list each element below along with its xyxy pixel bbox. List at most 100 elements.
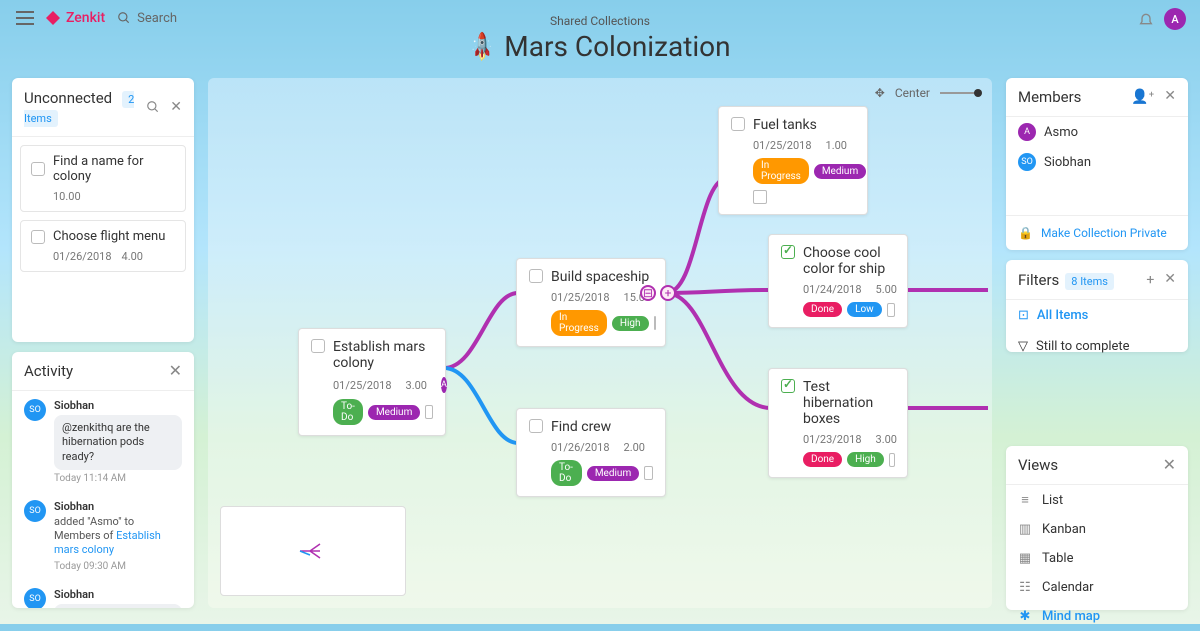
topbar-left: Zenkit Search <box>16 10 177 26</box>
close-icon[interactable]: ✕ <box>1164 272 1176 288</box>
close-icon[interactable]: ✕ <box>1163 457 1176 473</box>
bell-icon[interactable] <box>1138 11 1154 27</box>
activity-time: Today 09:30 AM <box>54 561 182 572</box>
list-icon: ≡ <box>1018 492 1032 508</box>
shared-label: Shared Collections <box>469 14 730 28</box>
title-area: Shared Collections 🚀 Mars Colonization <box>469 14 730 63</box>
tag-high: High <box>847 452 884 467</box>
filters-count: 8 Items <box>1065 273 1114 290</box>
filters-title: Filters <box>1018 271 1059 289</box>
activity-item: SO Siobhan Yep! I can't wait till we lau… <box>12 580 194 608</box>
checkbox[interactable] <box>311 339 325 353</box>
avatar: SO <box>1018 153 1036 171</box>
activity-message: @zenkithq are the hibernation pods ready… <box>54 415 182 470</box>
unconnected-item[interactable]: Choose flight menu 01/26/20184.00 <box>20 220 186 272</box>
view-list[interactable]: ≡List <box>1006 485 1188 515</box>
filter-icon: ⊡ <box>1018 308 1029 323</box>
checkbox-checked[interactable] <box>781 245 795 259</box>
calendar-icon: ☷ <box>1018 580 1032 595</box>
search-button[interactable]: Search <box>117 11 177 26</box>
member-row[interactable]: A Asmo <box>1006 117 1188 147</box>
view-kanban[interactable]: ▥Kanban <box>1006 515 1188 544</box>
checkbox[interactable] <box>31 162 45 176</box>
checkbox[interactable] <box>529 269 543 283</box>
zoom-slider[interactable] <box>940 92 980 94</box>
members-title: Members <box>1018 88 1081 106</box>
search-icon[interactable] <box>146 100 160 114</box>
menu-icon[interactable] <box>16 11 34 25</box>
checkbox[interactable] <box>31 230 45 244</box>
node-color[interactable]: Choose cool color for ship 01/24/20185.0… <box>768 234 908 328</box>
avatar: A <box>441 377 447 393</box>
collapse-handle[interactable]: ⊟ <box>640 285 656 301</box>
rocket-icon: 🚀 <box>465 29 500 64</box>
minimap[interactable] <box>220 506 406 596</box>
activity-panel: Activity ✕ SO Siobhan @zenkithq are the … <box>12 352 194 608</box>
collection-title: 🚀 Mars Colonization <box>469 30 730 63</box>
view-mindmap[interactable]: ✱Mind map <box>1006 602 1188 631</box>
view-table[interactable]: ▦Table <box>1006 544 1188 573</box>
node-crew[interactable]: Find crew 01/26/20182.00 To-DoMedium <box>516 408 666 497</box>
activity-text: added "Asmo" to Members of Establish mar… <box>54 515 182 558</box>
activity-user: Siobhan <box>54 500 182 513</box>
add-child-handle[interactable]: + <box>660 285 676 301</box>
tag-todo: To-Do <box>333 399 363 425</box>
node-hibernation[interactable]: Test hibernation boxes 01/23/20183.00 Do… <box>768 368 908 478</box>
close-icon[interactable]: ✕ <box>170 100 182 114</box>
mindmap-canvas[interactable]: ✥ Center Establish mars colony 01/25/201… <box>208 78 992 608</box>
tag-medium: Medium <box>368 405 420 420</box>
checkbox[interactable] <box>529 419 543 433</box>
filters-panel: Filters8 Items +✕ ⊡All Items ▽Still to c… <box>1006 260 1188 352</box>
close-icon[interactable]: ✕ <box>169 363 182 379</box>
members-panel: Members 👤⁺ ✕ A Asmo SO Siobhan 🔒 Make Co… <box>1006 78 1188 250</box>
search-icon <box>117 11 131 25</box>
table-icon: ▦ <box>1018 551 1032 566</box>
close-icon[interactable]: ✕ <box>1164 89 1176 105</box>
tag-medium: Medium <box>814 164 866 179</box>
make-private-button[interactable]: 🔒 Make Collection Private <box>1006 215 1188 250</box>
activity-user: Siobhan <box>54 588 182 601</box>
assign-icon[interactable] <box>889 453 895 467</box>
unconnected-panel: Unconnected 2 Items ✕ Find a name for co… <box>12 78 194 342</box>
assign-icon[interactable] <box>887 303 895 317</box>
node-root[interactable]: Establish mars colony 01/25/20183.00A To… <box>298 328 446 436</box>
checkbox[interactable] <box>731 117 745 131</box>
unconnected-item[interactable]: Find a name for colony 10.00 <box>20 145 186 212</box>
member-row[interactable]: SO Siobhan <box>1006 147 1188 177</box>
unconnected-title: Unconnected <box>24 89 112 107</box>
add-filter-icon[interactable]: + <box>1146 272 1154 288</box>
app-logo[interactable]: Zenkit <box>46 10 105 26</box>
tag-done: Done <box>803 452 842 467</box>
lock-icon: 🔒 <box>1018 226 1033 240</box>
activity-user: Siobhan <box>54 399 182 412</box>
mindmap-icon: ✱ <box>1018 609 1032 624</box>
assign-icon[interactable] <box>654 316 656 330</box>
add-member-icon[interactable]: 👤⁺ <box>1131 89 1154 105</box>
center-icon[interactable]: ✥ <box>875 86 885 100</box>
filter-still-to-complete[interactable]: ▽Still to complete <box>1006 331 1188 362</box>
members-header: Members 👤⁺ ✕ <box>1006 78 1188 117</box>
checkbox-checked[interactable] <box>781 379 795 393</box>
filters-header: Filters 8 Items + ✕ <box>1006 260 1188 300</box>
center-button[interactable]: Center <box>895 86 930 100</box>
activity-item: SO Siobhan added "Asmo" to Members of Es… <box>12 492 194 580</box>
node-spaceship[interactable]: Build spaceship 01/25/201815.00 In Progr… <box>516 258 666 347</box>
user-avatar[interactable]: A <box>1164 8 1186 30</box>
assign-icon[interactable] <box>425 405 433 419</box>
filter-all-items[interactable]: ⊡All Items <box>1006 300 1188 331</box>
views-panel: Views ✕ ≡List ▥Kanban ▦Table ☷Calendar ✱… <box>1006 446 1188 610</box>
activity-item: SO Siobhan @zenkithq are the hibernation… <box>12 391 194 492</box>
node-fuel[interactable]: Fuel tanks 01/25/20181.00 In ProgressMed… <box>718 106 868 215</box>
assign-icon[interactable] <box>753 190 767 204</box>
assign-icon[interactable] <box>644 466 653 480</box>
avatar: SO <box>24 399 46 421</box>
activity-title: Activity <box>24 362 73 380</box>
logo-icon <box>46 11 60 25</box>
tag-inprogress: In Progress <box>753 158 809 184</box>
views-title: Views <box>1018 456 1058 474</box>
view-calendar[interactable]: ☷Calendar <box>1006 573 1188 602</box>
kanban-icon: ▥ <box>1018 522 1032 537</box>
unconnected-header: Unconnected 2 Items ✕ <box>12 78 194 137</box>
avatar: SO <box>24 588 46 608</box>
tag-low: Low <box>847 302 882 317</box>
